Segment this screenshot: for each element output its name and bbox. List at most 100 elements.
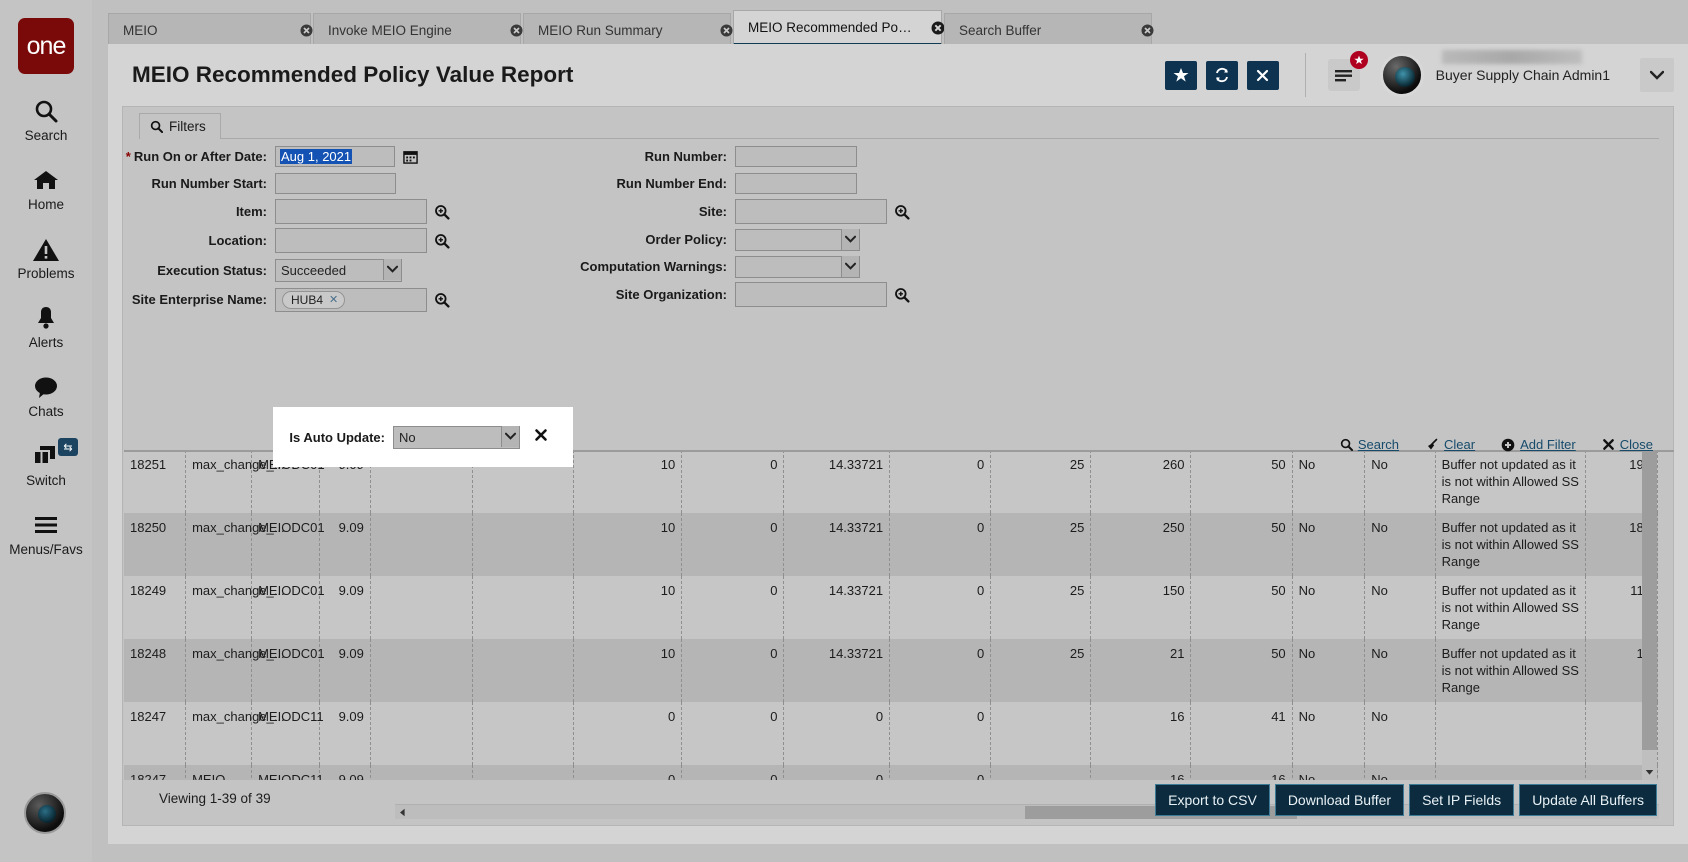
table-cell: 0	[889, 450, 992, 513]
table-cell	[370, 702, 474, 765]
header-actions: Buyer Supply Chain Admin1	[1156, 50, 1674, 97]
magnifier-plus-icon[interactable]	[434, 204, 450, 220]
left-nav-rail: one Search Home Problems Alerts Chats ⇆ …	[0, 0, 92, 862]
scroll-thumb[interactable]	[1642, 450, 1657, 750]
site-enterprise-name-input[interactable]: HUB4 ✕	[275, 287, 427, 312]
location-input[interactable]	[275, 228, 427, 253]
filter-chip[interactable]: HUB4 ✕	[282, 290, 346, 309]
table-row[interactable]: 18248 max_change_... MEIODC01 9.09 10 0 14.337…	[124, 639, 1658, 702]
close-icon[interactable]	[282, 24, 313, 37]
close-icon[interactable]	[1123, 24, 1154, 37]
magnifier-plus-icon[interactable]	[894, 287, 910, 303]
is-auto-update-select[interactable]: No	[393, 425, 520, 449]
date-value: Aug 1, 2021	[280, 149, 353, 164]
table-cell: No	[1364, 702, 1436, 765]
table-cell: max_change_...	[185, 513, 285, 576]
field-label: Order Policy:	[645, 232, 727, 247]
sidebar-item-alerts[interactable]: Alerts	[0, 303, 92, 350]
tab-meio[interactable]: MEIO	[108, 13, 313, 46]
close-icon[interactable]	[702, 24, 733, 37]
table-cell: 0	[889, 639, 992, 702]
remove-filter-icon[interactable]	[534, 428, 548, 447]
run-on-or-after-date-input[interactable]: Aug 1, 2021	[275, 146, 395, 167]
sidebar-item-label: Menus/Favs	[9, 542, 83, 557]
app-logo-text: one	[26, 31, 67, 60]
set-ip-fields-button[interactable]: Set IP Fields	[1409, 784, 1515, 816]
table-row[interactable]: 18249 max_change_... MEIODC01 9.09 10 0 14.337…	[124, 576, 1658, 639]
filter-search-link[interactable]: Search	[1340, 437, 1399, 452]
swap-arrows-icon[interactable]: ⇆	[58, 438, 78, 456]
order-policy-select[interactable]	[735, 228, 860, 251]
chat-bubble-icon	[32, 372, 60, 402]
results-table[interactable]: 18251max_change_...MEIODC019.0910014.337…	[124, 450, 1674, 780]
update-all-buffers-button[interactable]: Update All Buffers	[1519, 784, 1657, 816]
sidebar-item-home[interactable]: Home	[0, 165, 92, 212]
site-input[interactable]	[735, 199, 887, 224]
close-icon[interactable]: ✕	[329, 293, 338, 306]
user-name: Buyer Supply Chain Admin1	[1435, 67, 1610, 83]
site-organization-input[interactable]	[735, 282, 887, 307]
filters-tab[interactable]: Filters	[139, 113, 221, 139]
tab-search-buffer[interactable]: Search Buffer	[944, 13, 1154, 46]
tab-invoke-meio-engine[interactable]: Invoke MEIO Engine	[313, 13, 523, 46]
app-logo[interactable]: one	[18, 18, 74, 74]
download-buffer-button[interactable]: Download Buffer	[1274, 784, 1405, 816]
table-cell: 25	[990, 450, 1092, 513]
filter-location: Location:	[123, 226, 583, 255]
hamburger-menu-icon[interactable]	[1327, 51, 1368, 91]
favorite-button[interactable]	[1164, 60, 1197, 90]
execution-status-select[interactable]: Succeeded	[275, 258, 402, 282]
chip-label: HUB4	[291, 292, 324, 307]
close-button[interactable]	[1246, 60, 1279, 90]
table-cell: 18248	[124, 639, 187, 702]
table-cell: 0	[681, 702, 785, 765]
page-title: MEIO Recommended Policy Value Report	[132, 62, 574, 87]
filter-clear-link[interactable]: Clear	[1425, 437, 1475, 452]
tab-meio-run-summary[interactable]: MEIO Run Summary	[523, 13, 733, 46]
table-cell: 10	[573, 639, 683, 702]
results-grid-body: 18251max_change_...MEIODC019.0910014.337…	[124, 450, 1658, 780]
table-vertical-scrollbar[interactable]	[1642, 450, 1657, 780]
close-icon[interactable]	[913, 21, 945, 34]
export-to-csv-button[interactable]: Export to CSV	[1155, 784, 1270, 816]
table-cell: No	[1292, 576, 1366, 639]
sidebar-item-menus-favs[interactable]: Menus/Favs	[0, 510, 92, 557]
filter-close-link[interactable]: Close	[1602, 437, 1653, 452]
table-cell: 9.09	[319, 513, 371, 576]
sidebar-item-chats[interactable]: Chats	[0, 372, 92, 419]
magnifier-plus-icon[interactable]	[434, 233, 450, 249]
calendar-icon[interactable]	[399, 146, 421, 167]
chevron-down-icon[interactable]	[1640, 58, 1674, 92]
computation-warnings-select[interactable]	[735, 255, 860, 278]
sidebar-item-search[interactable]: Search	[0, 96, 92, 143]
item-input[interactable]	[275, 199, 427, 224]
tab-label: MEIO Recommended Policy Valu...	[748, 19, 913, 35]
avatar[interactable]	[1379, 53, 1424, 97]
sidebar-item-switch[interactable]: ⇆ Switch	[0, 438, 92, 488]
table-row[interactable]: 18247 max_change_... MEIODC11 9.09 0 0 0 0 16 41 N…	[124, 702, 1658, 765]
run-number-input[interactable]	[735, 146, 857, 167]
close-icon[interactable]	[492, 24, 523, 37]
link-label: Search	[1357, 437, 1400, 452]
sidebar-item-problems[interactable]: Problems	[0, 234, 92, 281]
windows-stack-icon	[31, 441, 61, 471]
magnifier-plus-icon[interactable]	[894, 204, 910, 220]
filter-add-filter-link[interactable]: Add Filter	[1501, 437, 1576, 452]
table-cell: 0	[681, 576, 785, 639]
table-cell: Buffer not updated as it is not within A…	[1435, 513, 1587, 576]
table-cell: 14.33721	[783, 639, 891, 702]
refresh-button[interactable]	[1205, 60, 1238, 90]
run-number-start-input[interactable]	[275, 173, 396, 194]
filter-actions: Search Clear Add Filter Close	[1314, 437, 1653, 452]
is-auto-update-popup: Is Auto Update: No	[273, 407, 573, 467]
run-number-end-input[interactable]	[735, 173, 857, 194]
table-cell: 14.33721	[783, 450, 891, 513]
filter-site: Site:	[543, 197, 1043, 226]
table-row[interactable]: 18250 max_change_... MEIODC01 9.09 10 0 14.337…	[124, 513, 1658, 576]
table-cell: max_change_...	[185, 576, 285, 639]
filters-left-column: * Run On or After Date: Aug 1, 2021 Run N…	[123, 143, 583, 314]
magnifier-plus-icon[interactable]	[434, 292, 450, 308]
rail-avatar[interactable]	[24, 792, 66, 834]
broom-icon	[1425, 438, 1439, 452]
tab-meio-recommended-policy-value-report[interactable]: MEIO Recommended Policy Valu...	[733, 10, 945, 46]
